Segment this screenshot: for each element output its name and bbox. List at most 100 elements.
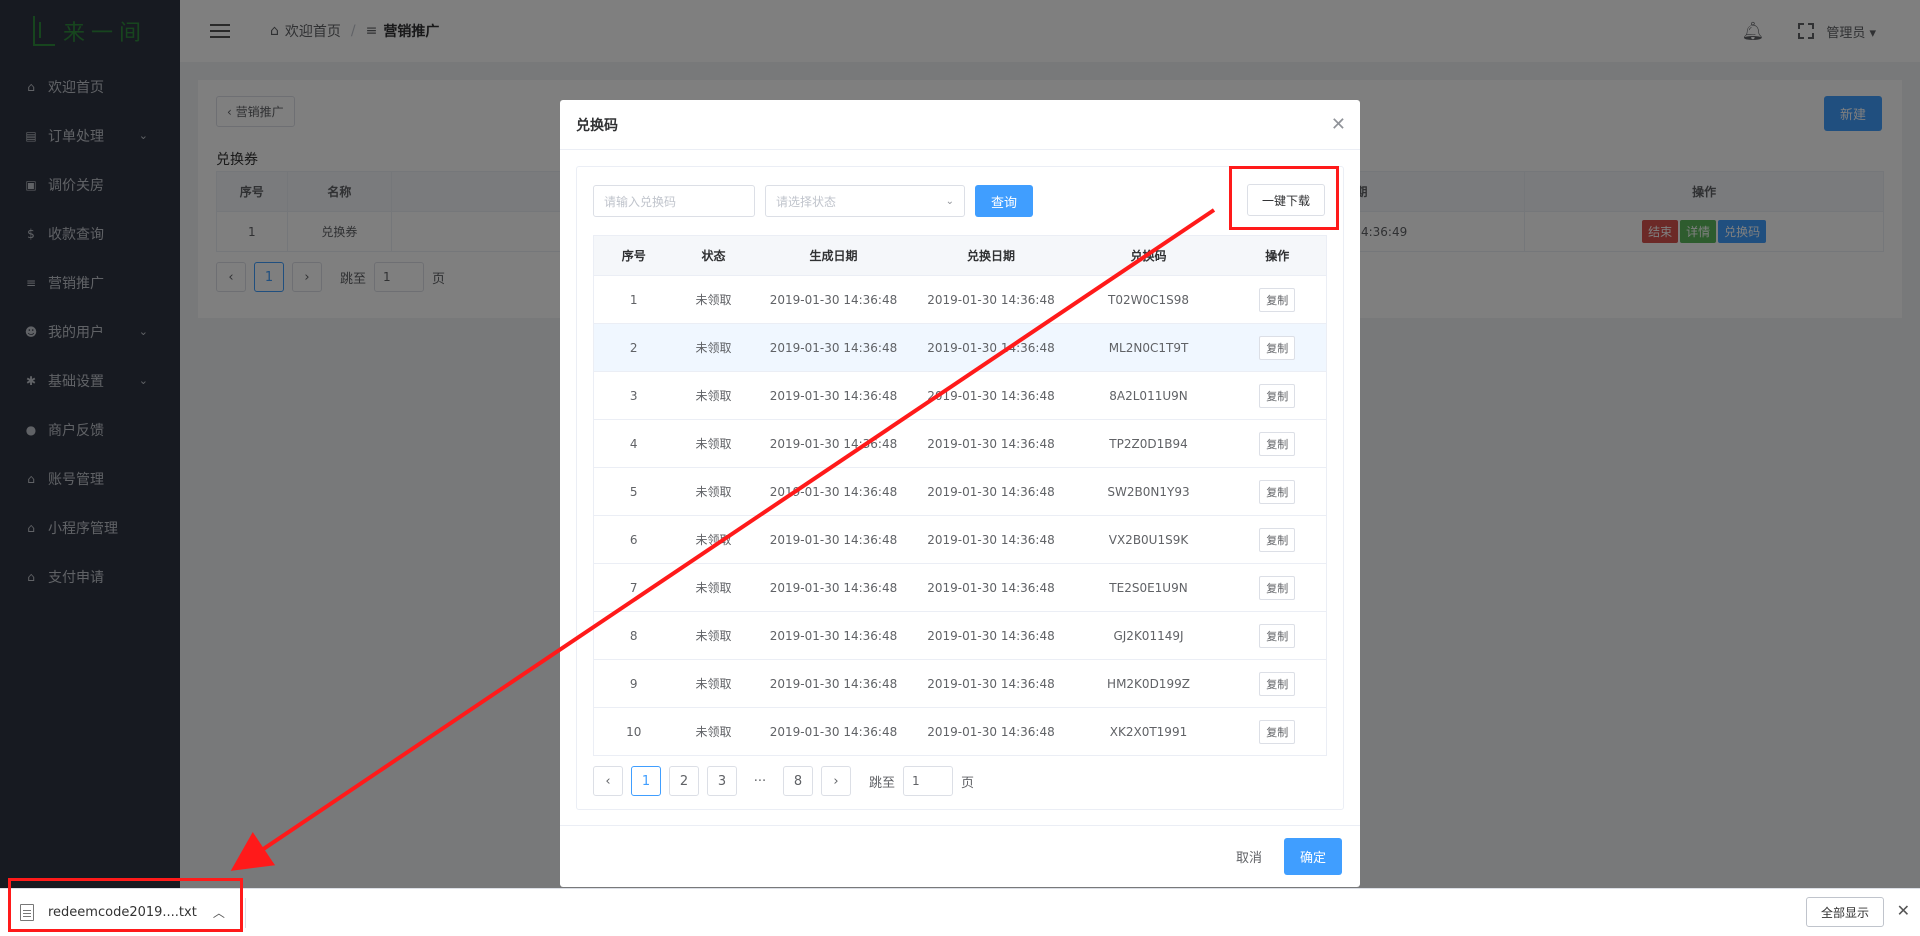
copy-button[interactable]: 复制	[1259, 287, 1296, 312]
prev-page-button[interactable]: ‹	[593, 766, 623, 796]
cell-code: 8A2L011U9N	[1068, 371, 1229, 420]
cell-redeemed-date: 2019-01-30 14:36:48	[913, 563, 1069, 612]
cell-index: 8	[593, 611, 674, 660]
codes-table: 序号 状态 生成日期 兑换日期 兑换码 操作 1 未领取 2019-01-30 14…	[593, 235, 1327, 756]
cell-actions: 复制	[1228, 515, 1327, 564]
cell-code: HM2K0D199Z	[1068, 659, 1229, 708]
cell-status: 未领取	[673, 611, 754, 660]
table-row: 7 未领取 2019-01-30 14:36:48 2019-01-30 14:36:…	[593, 563, 1327, 612]
cell-generated-date: 2019-01-30 14:36:48	[753, 515, 914, 564]
cell-generated-date: 2019-01-30 14:36:48	[753, 611, 914, 660]
page-button[interactable]: 8	[783, 766, 813, 796]
cell-redeemed-date: 2019-01-30 14:36:48	[913, 611, 1069, 660]
cell-index: 6	[593, 515, 674, 564]
dialog-title: 兑换码	[576, 117, 618, 134]
cell-code: T02W0C1S98	[1068, 275, 1229, 324]
pagination-ellipsis[interactable]: ···	[745, 766, 775, 796]
cell-redeemed-date: 2019-01-30 14:36:48	[913, 419, 1069, 468]
cell-generated-date: 2019-01-30 14:36:48	[753, 371, 914, 420]
table-row: 2 未领取 2019-01-30 14:36:48 2019-01-30 14:36:…	[593, 323, 1327, 372]
copy-button[interactable]: 复制	[1259, 335, 1296, 360]
copy-button[interactable]: 复制	[1259, 719, 1296, 744]
cell-redeemed-date: 2019-01-30 14:36:48	[913, 515, 1069, 564]
dialog-body: 请输入兑换码 请选择状态 ⌄ 查询 一键下载 序号 状态 生成日期 兑换日期 兑…	[576, 166, 1344, 810]
page-button[interactable]: 1	[631, 766, 661, 796]
cell-actions: 复制	[1228, 659, 1327, 708]
cancel-button[interactable]: 取消	[1236, 847, 1262, 866]
dialog-header: 兑换码 ✕	[560, 100, 1360, 150]
column-header: 生成日期	[753, 235, 914, 276]
cell-status: 未领取	[673, 659, 754, 708]
cell-status: 未领取	[673, 467, 754, 516]
cell-generated-date: 2019-01-30 14:36:48	[753, 275, 914, 324]
chevron-down-icon: ⌄	[945, 195, 954, 207]
cell-index: 3	[593, 371, 674, 420]
copy-button[interactable]: 复制	[1259, 671, 1296, 696]
cell-code: GJ2K01149J	[1068, 611, 1229, 660]
close-icon[interactable]: ✕	[1897, 901, 1910, 920]
page-unit: 页	[961, 775, 975, 791]
jump-label: 跳至	[869, 775, 896, 791]
table-row: 10 未领取 2019-01-30 14:36:48 2019-01-30 14:36…	[593, 707, 1327, 756]
column-header: 状态	[673, 235, 754, 276]
jump-input[interactable]: 1	[903, 766, 954, 796]
copy-button[interactable]: 复制	[1259, 479, 1296, 504]
annotation-box-file	[8, 878, 243, 932]
page-button[interactable]: 2	[669, 766, 699, 796]
confirm-button[interactable]: 确定	[1283, 838, 1342, 875]
cell-redeemed-date: 2019-01-30 14:36:48	[913, 371, 1069, 420]
cell-generated-date: 2019-01-30 14:36:48	[753, 419, 914, 468]
code-search-input[interactable]: 请输入兑换码	[593, 185, 755, 217]
cell-code: XK2X0T1991	[1068, 707, 1229, 756]
table-row: 5 未领取 2019-01-30 14:36:48 2019-01-30 14:36:…	[593, 467, 1327, 516]
cell-code: TE2S0E1U9N	[1068, 563, 1229, 612]
cell-code: ML2N0C1T9T	[1068, 323, 1229, 372]
table-row: 9 未领取 2019-01-30 14:36:48 2019-01-30 14:36:…	[593, 659, 1327, 708]
cell-index: 5	[593, 467, 674, 516]
cell-index: 1	[593, 275, 674, 324]
table-row: 8 未领取 2019-01-30 14:36:48 2019-01-30 14:36:…	[593, 611, 1327, 660]
cell-code: VX2B0U1S9K	[1068, 515, 1229, 564]
cell-index: 10	[593, 707, 674, 756]
query-button[interactable]: 查询	[975, 185, 1034, 217]
cell-actions: 复制	[1228, 707, 1327, 756]
column-header: 兑换码	[1068, 235, 1229, 276]
cell-status: 未领取	[673, 419, 754, 468]
cell-index: 2	[593, 323, 674, 372]
download-bar: redeemcode2019....txt ︿ 全部显示 ✕	[0, 888, 1920, 936]
status-select[interactable]: 请选择状态 ⌄	[765, 185, 965, 217]
cell-code: TP2Z0D1B94	[1068, 419, 1229, 468]
cell-redeemed-date: 2019-01-30 14:36:48	[913, 467, 1069, 516]
cell-index: 9	[593, 659, 674, 708]
table-row: 3 未领取 2019-01-30 14:36:48 2019-01-30 14:36:…	[593, 371, 1327, 420]
divider	[244, 897, 246, 928]
annotation-box-download	[1229, 166, 1339, 230]
copy-button[interactable]: 复制	[1259, 527, 1296, 552]
cell-generated-date: 2019-01-30 14:36:48	[753, 707, 914, 756]
copy-button[interactable]: 复制	[1259, 383, 1296, 408]
next-page-button[interactable]: ›	[821, 766, 851, 796]
show-all-button[interactable]: 全部显示	[1805, 897, 1884, 927]
table-row: 1 未领取 2019-01-30 14:36:48 2019-01-30 14:36:…	[593, 275, 1327, 324]
dialog-footer: 取消 确定	[560, 825, 1360, 887]
table-row: 4 未领取 2019-01-30 14:36:48 2019-01-30 14:36:…	[593, 419, 1327, 468]
cell-status: 未领取	[673, 275, 754, 324]
cell-status: 未领取	[673, 515, 754, 564]
cell-actions: 复制	[1228, 467, 1327, 516]
cell-status: 未领取	[673, 563, 754, 612]
column-header: 兑换日期	[913, 235, 1069, 276]
cell-redeemed-date: 2019-01-30 14:36:48	[913, 323, 1069, 372]
cell-actions: 复制	[1228, 419, 1327, 468]
cell-actions: 复制	[1228, 371, 1327, 420]
copy-button[interactable]: 复制	[1259, 575, 1296, 600]
cell-redeemed-date: 2019-01-30 14:36:48	[913, 659, 1069, 708]
cell-generated-date: 2019-01-30 14:36:48	[753, 467, 914, 516]
close-icon[interactable]: ✕	[1331, 114, 1346, 135]
cell-actions: 复制	[1228, 563, 1327, 612]
page-button[interactable]: 3	[707, 766, 737, 796]
cell-actions: 复制	[1228, 275, 1327, 324]
dialog-pagination: ‹ 1 2 3 ··· 8 › 跳至 1 页	[593, 766, 1327, 796]
copy-button[interactable]: 复制	[1259, 623, 1296, 648]
copy-button[interactable]: 复制	[1259, 431, 1296, 456]
cell-generated-date: 2019-01-30 14:36:48	[753, 323, 914, 372]
